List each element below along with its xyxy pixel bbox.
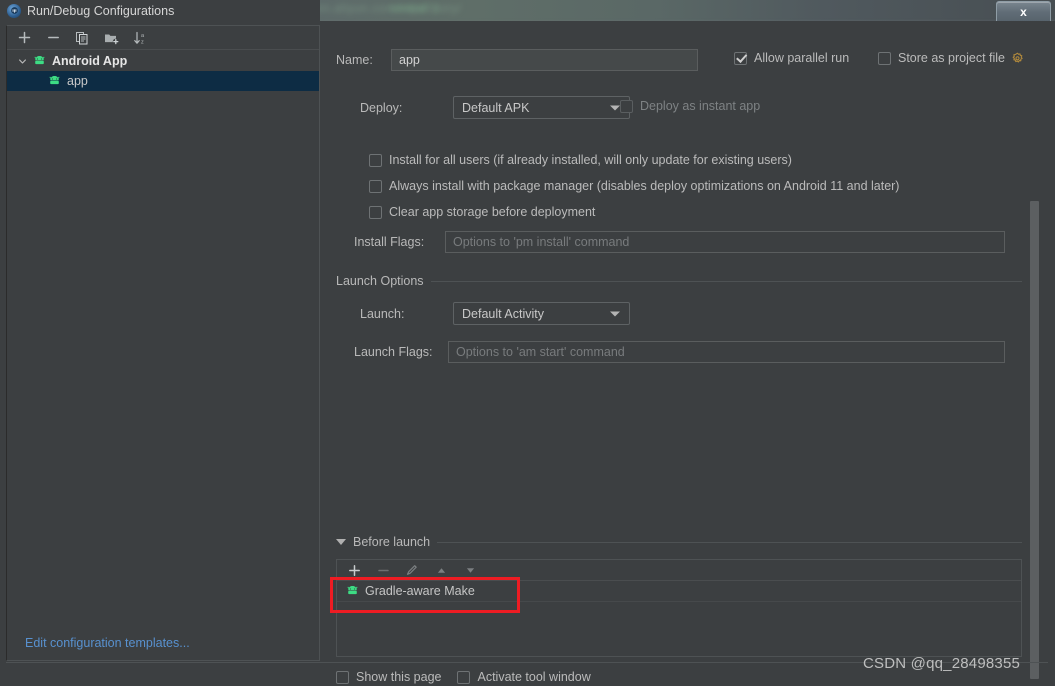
deploy-select-value: Default APK xyxy=(462,100,530,115)
install-flags-row: Install Flags: Options to 'pm install' c… xyxy=(354,231,1005,253)
copy-configuration-button[interactable] xyxy=(74,30,90,46)
sidebar-item-label: app xyxy=(67,74,88,88)
deploy-row: Deploy: Default APK xyxy=(360,96,630,119)
install-for-all-users-checkbox[interactable]: Install for all users (if already instal… xyxy=(369,153,792,167)
launch-select-value: Default Activity xyxy=(462,306,544,321)
checkbox-box xyxy=(457,670,471,684)
dialog-title: Run/Debug Configurations xyxy=(27,3,175,18)
watermark: CSDN @qq_28498355 xyxy=(863,655,1021,672)
name-row: Name: app xyxy=(336,49,698,71)
dialog-title-bar: Run/Debug Configurations xyxy=(0,0,320,21)
clear-app-storage-label: Clear app storage before deployment xyxy=(389,205,596,219)
launch-select[interactable]: Default Activity xyxy=(453,302,630,325)
deploy-as-instant-app-checkbox[interactable]: Deploy as instant app xyxy=(620,99,760,113)
remove-configuration-button[interactable] xyxy=(45,30,61,46)
name-input[interactable]: app xyxy=(391,49,698,71)
before-launch-section-header[interactable]: Before launch xyxy=(336,535,1022,549)
gear-icon[interactable] xyxy=(1011,52,1024,65)
sidebar-item-app[interactable]: app xyxy=(7,71,319,91)
section-divider xyxy=(430,280,1022,282)
activate-tool-window-checkbox[interactable]: Activate tool window xyxy=(457,670,591,684)
install-for-all-users-row: Install for all users (if already instal… xyxy=(369,153,792,167)
chevron-down-icon xyxy=(610,105,620,110)
launch-flags-input[interactable]: Options to 'am start' command xyxy=(448,341,1005,363)
configurations-tree: Android App app xyxy=(7,50,319,91)
checkbox-box xyxy=(369,153,382,167)
always-install-with-package-manager-row: Always install with package manager (dis… xyxy=(369,179,899,193)
clear-app-storage-checkbox[interactable]: Clear app storage before deployment xyxy=(369,205,595,219)
section-divider xyxy=(437,541,1022,543)
android-studio-icon xyxy=(7,3,21,18)
allow-parallel-run-checkbox[interactable]: Allow parallel run xyxy=(734,51,849,65)
show-this-page-checkbox[interactable]: Show this page xyxy=(336,670,441,684)
install-flags-label: Install Flags: xyxy=(354,235,425,249)
checkbox-box xyxy=(734,51,747,65)
show-this-page-label: Show this page xyxy=(356,670,442,684)
allow-parallel-run-label: Allow parallel run xyxy=(754,51,850,65)
always-install-with-package-manager-checkbox[interactable]: Always install with package manager (dis… xyxy=(369,179,899,193)
edit-configuration-templates-link[interactable]: Edit configuration templates... xyxy=(25,636,190,650)
deploy-as-instant-app-label: Deploy as instant app xyxy=(640,99,761,113)
always-install-with-package-manager-label: Always install with package manager (dis… xyxy=(389,179,900,193)
clear-app-storage-row: Clear app storage before deployment xyxy=(369,205,595,219)
configurations-tree-pane: az Android App app Edit configuration te… xyxy=(6,25,320,661)
deploy-as-instant-app-row: Deploy as instant app xyxy=(620,99,760,113)
svg-text:z: z xyxy=(141,39,144,45)
add-task-button[interactable] xyxy=(346,562,362,578)
run-debug-configurations-dialog: Run/Debug Configurations x az Android Ap… xyxy=(0,0,1055,686)
tree-group-android-app[interactable]: Android App xyxy=(7,51,319,71)
launch-options-section-header: Launch Options xyxy=(336,274,1022,288)
android-icon xyxy=(346,586,359,596)
before-launch-task-label: Gradle-aware Make xyxy=(365,584,475,598)
checkbox-box xyxy=(878,51,891,65)
new-folder-button[interactable] xyxy=(103,30,119,46)
before-launch-panel: Gradle-aware Make xyxy=(336,559,1022,657)
move-down-button[interactable] xyxy=(462,562,478,578)
sort-configurations-button[interactable]: az xyxy=(132,30,148,46)
deploy-select[interactable]: Default APK xyxy=(453,96,630,119)
configurations-toolbar: az xyxy=(7,26,319,50)
launch-flags-row: Launch Flags: Options to 'am start' comm… xyxy=(354,341,1005,363)
close-button[interactable]: x xyxy=(996,1,1051,23)
launch-options-label: Launch Options xyxy=(336,274,424,288)
dialog-content: az Android App app Edit configuration te… xyxy=(0,21,1055,686)
triangle-down-icon[interactable] xyxy=(336,539,346,545)
android-icon xyxy=(33,56,46,66)
before-launch-task-item[interactable]: Gradle-aware Make xyxy=(337,581,1021,602)
checkbox-box xyxy=(369,205,382,219)
vertical-scrollbar-track[interactable] xyxy=(1029,46,1040,682)
chevron-down-icon xyxy=(610,311,620,316)
move-up-button[interactable] xyxy=(433,562,449,578)
launch-label: Launch: xyxy=(360,306,405,321)
activate-tool-window-label: Activate tool window xyxy=(477,670,591,684)
store-as-project-file-checkbox[interactable]: Store as project file xyxy=(878,51,1005,65)
before-launch-label: Before launch xyxy=(353,535,431,549)
checkbox-box xyxy=(336,670,349,684)
checkbox-box xyxy=(369,179,382,193)
launch-row: Launch: Default Activity xyxy=(360,302,630,325)
chevron-down-icon[interactable] xyxy=(17,56,28,67)
checkbox-box xyxy=(620,99,633,113)
allow-parallel-run-row: Allow parallel run xyxy=(734,51,849,65)
remove-task-button[interactable] xyxy=(375,562,391,578)
svg-text:a: a xyxy=(141,33,145,39)
install-flags-input[interactable]: Options to 'pm install' command xyxy=(445,231,1005,253)
android-icon xyxy=(48,76,61,86)
deploy-label: Deploy: xyxy=(360,100,403,115)
tree-group-label: Android App xyxy=(52,54,128,68)
edit-task-button[interactable] xyxy=(404,562,420,578)
vertical-scrollbar-thumb[interactable] xyxy=(1030,201,1039,679)
store-as-project-file-label: Store as project file xyxy=(898,51,1005,65)
show-this-page-row: Show this page Activate tool window xyxy=(336,670,591,684)
store-as-project-file-row: Store as project file xyxy=(878,51,1024,65)
before-launch-toolbar xyxy=(337,560,1021,581)
add-configuration-button[interactable] xyxy=(16,30,32,46)
configuration-form: Name: app Allow parallel run Store as pr… xyxy=(330,25,1048,684)
launch-flags-label: Launch Flags: xyxy=(354,345,433,359)
install-for-all-users-label: Install for all users (if already instal… xyxy=(389,153,792,167)
name-label: Name: xyxy=(336,53,373,67)
